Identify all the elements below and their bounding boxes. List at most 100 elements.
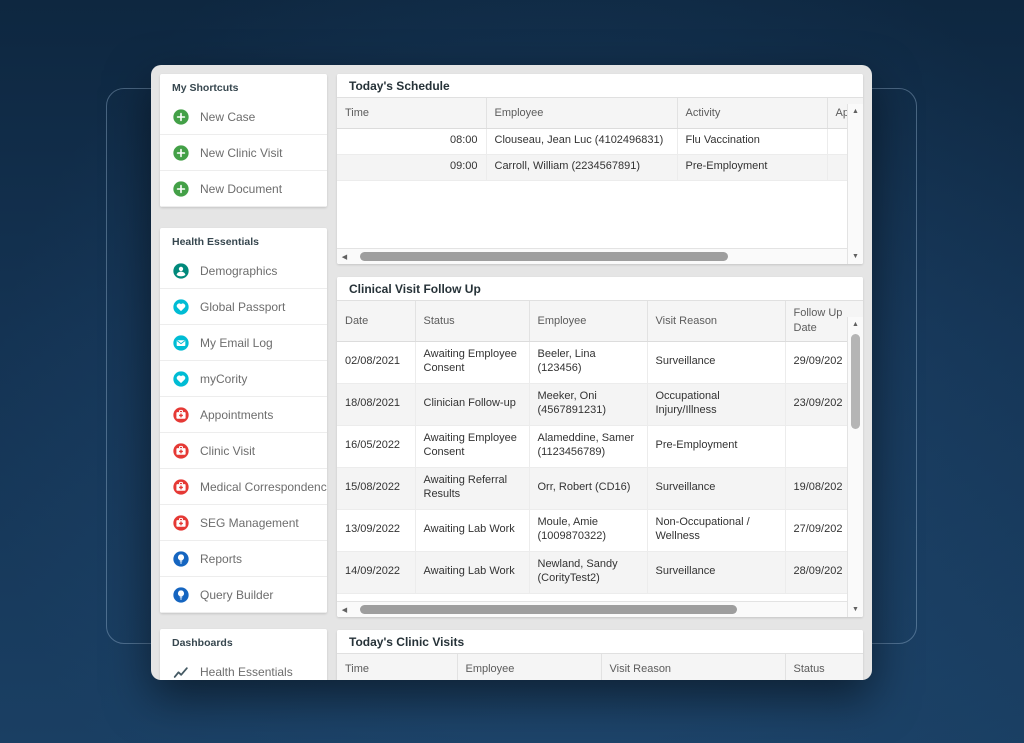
section-title-health-essentials: Health Essentials xyxy=(160,228,327,253)
scrollbar-track[interactable] xyxy=(352,602,848,617)
plus-circle-icon xyxy=(172,108,190,126)
column-header-visit-reason[interactable]: Visit Reason xyxy=(601,654,785,680)
cell-employee: Beeler, Lina (123456) xyxy=(529,341,647,383)
cell-employee: Clouseau, Jean Luc (4102496831) xyxy=(486,128,677,154)
cell-employee: Meeker, Oni (4567891231) xyxy=(529,383,647,425)
sidebar-item-dashboard-health-essentials[interactable]: Health Essentials xyxy=(160,654,327,680)
dashboards-section: Dashboards Health Essentials xyxy=(160,629,327,680)
cell-employee: Orr, Robert (CD16) xyxy=(529,467,647,509)
scrollbar-track[interactable] xyxy=(848,332,863,602)
scroll-left-arrow-icon[interactable]: ◀ xyxy=(337,249,352,264)
scrollbar-thumb[interactable] xyxy=(851,334,860,429)
section-title-dashboards: Dashboards xyxy=(160,629,327,654)
envelope-icon xyxy=(172,334,190,352)
cell-employee: Carroll, William (2234567891) xyxy=(486,154,677,180)
cell-date: 16/05/2022 xyxy=(337,425,415,467)
vertical-scrollbar[interactable]: ▲ ▼ xyxy=(847,317,863,617)
scrollbar-thumb[interactable] xyxy=(360,252,728,261)
lightbulb-icon xyxy=(172,550,190,568)
sidebar-item-appointments[interactable]: Appointments xyxy=(160,397,327,433)
cell-employee: Moule, Amie (1009870322) xyxy=(529,509,647,551)
cell-visit-reason: Occupational Injury/Illness xyxy=(647,383,785,425)
clinical-visit-follow-up-table: Date Status Employee Visit Reason Follow… xyxy=(337,301,863,594)
lightbulb-icon xyxy=(172,586,190,604)
scrollbar-thumb[interactable] xyxy=(360,605,737,614)
cell-status: Awaiting Referral Results xyxy=(415,467,529,509)
plus-circle-icon xyxy=(172,144,190,162)
table-row[interactable]: 14/09/2022 Awaiting Lab Work Newland, Sa… xyxy=(337,551,863,593)
sidebar-item-demographics[interactable]: Demographics xyxy=(160,253,327,289)
table-row[interactable]: 08:00 Clouseau, Jean Luc (4102496831) Fl… xyxy=(337,128,863,154)
table-row[interactable]: 16/05/2022 Awaiting Employee Consent Ala… xyxy=(337,425,863,467)
heart-icon xyxy=(172,298,190,316)
cell-activity: Flu Vaccination xyxy=(677,128,827,154)
horizontal-scrollbar[interactable]: ◀ ▶ xyxy=(337,248,863,264)
column-header-employee[interactable]: Employee xyxy=(529,301,647,341)
medical-bag-icon xyxy=(172,478,190,496)
sidebar-item-new-case[interactable]: New Case xyxy=(160,99,327,135)
app-window: My Shortcuts New Case New Clinic Visit N… xyxy=(151,65,872,680)
cell-visit-reason: Pre-Employment xyxy=(647,425,785,467)
scroll-up-arrow-icon[interactable]: ▲ xyxy=(848,317,863,332)
medical-bag-icon xyxy=(172,514,190,532)
sidebar-item-global-passport[interactable]: Global Passport xyxy=(160,289,327,325)
column-header-time[interactable]: Time xyxy=(337,654,457,680)
vertical-scrollbar[interactable]: ▲ ▼ xyxy=(847,104,863,264)
horizontal-scrollbar[interactable]: ◀ ▶ xyxy=(337,601,863,617)
scroll-up-arrow-icon[interactable]: ▲ xyxy=(848,104,863,119)
dashboard-main: Today's Schedule Time Employee Activity … xyxy=(337,74,863,680)
sidebar-item-query-builder[interactable]: Query Builder xyxy=(160,577,327,613)
sidebar-item-label: Global Passport xyxy=(200,300,285,314)
table-row[interactable]: 02/08/2021 Awaiting Employee Consent Bee… xyxy=(337,341,863,383)
column-header-visit-reason[interactable]: Visit Reason xyxy=(647,301,785,341)
scrollbar-track[interactable] xyxy=(848,119,863,249)
cell-visit-reason: Surveillance xyxy=(647,467,785,509)
cell-employee: Alameddine, Samer (1123456789) xyxy=(529,425,647,467)
heart-icon xyxy=(172,370,190,388)
sidebar-item-label: Health Essentials xyxy=(200,665,293,679)
health-essentials-section: Health Essentials Demographics Global Pa… xyxy=(160,228,327,613)
cell-status: Awaiting Lab Work xyxy=(415,509,529,551)
sidebar: My Shortcuts New Case New Clinic Visit N… xyxy=(160,74,327,680)
sidebar-item-label: Demographics xyxy=(200,264,277,278)
cell-status: Awaiting Employee Consent xyxy=(415,425,529,467)
column-header-employee[interactable]: Employee xyxy=(486,98,677,128)
table-row[interactable]: 15/08/2022 Awaiting Referral Results Orr… xyxy=(337,467,863,509)
scroll-down-arrow-icon[interactable]: ▼ xyxy=(848,602,863,617)
sidebar-item-mycority[interactable]: myCority xyxy=(160,361,327,397)
medical-bag-icon xyxy=(172,442,190,460)
sidebar-item-reports[interactable]: Reports xyxy=(160,541,327,577)
table-row[interactable]: 09:00 Carroll, William (2234567891) Pre-… xyxy=(337,154,863,180)
column-header-employee[interactable]: Employee xyxy=(457,654,601,680)
column-header-activity[interactable]: Activity xyxy=(677,98,827,128)
line-chart-icon xyxy=(172,663,190,681)
table-row[interactable]: 18/08/2021 Clinician Follow-up Meeker, O… xyxy=(337,383,863,425)
column-header-time[interactable]: Time xyxy=(337,98,486,128)
cell-status: Clinician Follow-up xyxy=(415,383,529,425)
scroll-down-arrow-icon[interactable]: ▼ xyxy=(848,249,863,264)
column-header-status[interactable]: Status xyxy=(415,301,529,341)
sidebar-item-label: My Email Log xyxy=(200,336,273,350)
my-shortcuts-section: My Shortcuts New Case New Clinic Visit N… xyxy=(160,74,327,207)
todays-schedule-table: Time Employee Activity Ap 08:00 Clouseau… xyxy=(337,98,863,181)
plus-circle-icon xyxy=(172,180,190,198)
scrollbar-track[interactable] xyxy=(352,249,848,264)
cell-visit-reason: Surveillance xyxy=(647,341,785,383)
cell-activity: Pre-Employment xyxy=(677,154,827,180)
clinical-visit-follow-up-panel: Clinical Visit Follow Up Date Status Emp… xyxy=(337,277,863,617)
sidebar-item-label: New Document xyxy=(200,182,282,196)
column-header-status[interactable]: Status xyxy=(785,654,863,680)
scroll-left-arrow-icon[interactable]: ◀ xyxy=(337,602,352,617)
sidebar-item-new-document[interactable]: New Document xyxy=(160,171,327,207)
sidebar-item-medical-correspondence[interactable]: Medical Correspondence xyxy=(160,469,327,505)
sidebar-item-my-email-log[interactable]: My Email Log xyxy=(160,325,327,361)
panel-title-todays-schedule: Today's Schedule xyxy=(337,74,863,98)
todays-clinic-visits-panel: Today's Clinic Visits Time Employee Visi… xyxy=(337,630,863,680)
sidebar-item-seg-management[interactable]: SEG Management xyxy=(160,505,327,541)
medical-bag-icon xyxy=(172,406,190,424)
table-row[interactable]: 13/09/2022 Awaiting Lab Work Moule, Amie… xyxy=(337,509,863,551)
sidebar-item-new-clinic-visit[interactable]: New Clinic Visit xyxy=(160,135,327,171)
sidebar-item-clinic-visit[interactable]: Clinic Visit xyxy=(160,433,327,469)
todays-clinic-visits-table: Time Employee Visit Reason Status xyxy=(337,654,863,680)
column-header-date[interactable]: Date xyxy=(337,301,415,341)
